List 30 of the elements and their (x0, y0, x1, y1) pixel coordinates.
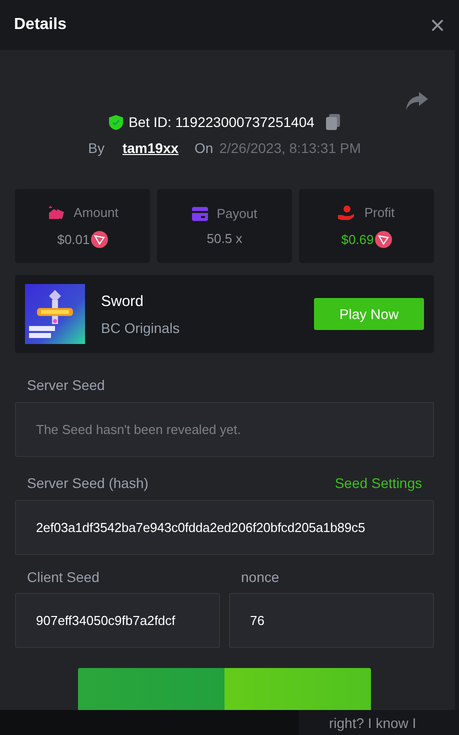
card-icon (192, 206, 208, 220)
verify-button[interactable] (78, 668, 371, 713)
game-provider: BC Originals (101, 320, 181, 336)
field-label: Client Seed (27, 569, 100, 585)
share-icon[interactable] (406, 92, 428, 110)
field-label: Server Seed (27, 377, 106, 393)
close-button[interactable]: × (430, 12, 445, 38)
seed-settings-link[interactable]: Seed Settings (334, 475, 422, 491)
stat-value: 50.5 x (206, 231, 242, 246)
game-name: Sword (101, 292, 145, 310)
server-seed-hash-field[interactable]: 2ef03a1df3542ba7e943c0fdda2ed206f20bfcd205a1b89c5 (15, 500, 434, 555)
field-label: Server Seed (hash) (27, 475, 148, 491)
by-label: By (88, 140, 104, 156)
server-seed-field[interactable]: The Seed hasn't been revealed yet. (15, 402, 434, 457)
stat-value: $0.69 (341, 232, 374, 246)
stat-label: Amount (74, 205, 118, 220)
bet-date: 2/26/2023, 8:13:31 PM (219, 140, 361, 156)
bet-id: Bet ID: 119223000737251404 (128, 114, 314, 130)
on-label: On (194, 140, 214, 156)
client-seed-field[interactable]: 907eff34050c9fb7a2fdcf (15, 593, 220, 648)
copy-icon[interactable] (326, 114, 340, 130)
field-label: nonce (241, 569, 280, 585)
dialog-title: Details (14, 16, 66, 34)
username-link[interactable]: tam19xx (122, 140, 179, 156)
stat-label: Profit (364, 205, 395, 220)
stat-label: Payout (216, 206, 258, 221)
chat-message: right? I know I (299, 710, 459, 735)
nonce-field[interactable]: 76 (229, 593, 434, 648)
hand-coin-icon (338, 204, 356, 220)
stat-value: $0.01 (57, 232, 90, 246)
